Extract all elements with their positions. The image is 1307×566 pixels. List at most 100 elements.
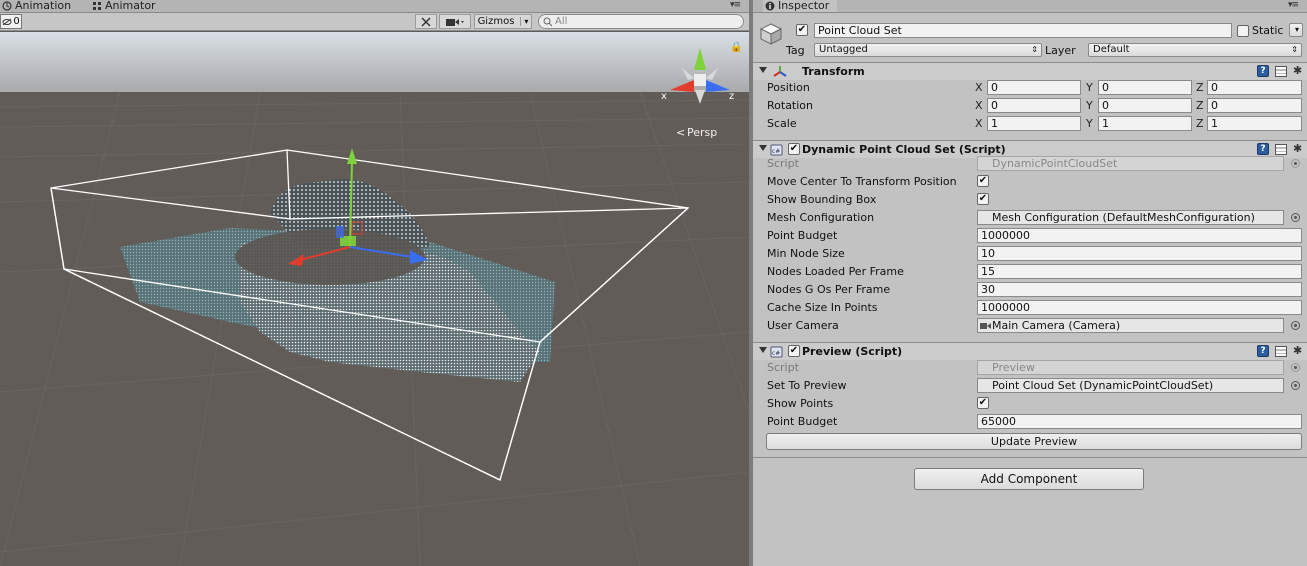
nodes-gos-field[interactable]: 30 [977, 282, 1302, 297]
object-active-checkbox[interactable]: ✔ [796, 24, 808, 36]
cache-size-field[interactable]: 1000000 [977, 300, 1302, 315]
mesh-config-field[interactable]: Mesh Configuration (DefaultMeshConfigura… [977, 210, 1284, 225]
persp-chevron-icon[interactable]: < [676, 126, 685, 139]
projection-label[interactable]: Persp [687, 126, 717, 139]
eye-slash-icon [2, 18, 12, 25]
search-placeholder: All [555, 16, 568, 27]
show-points-checkbox[interactable]: ✔ [977, 397, 989, 409]
rotation-x-field[interactable]: 0 [987, 98, 1081, 113]
set-to-preview-field[interactable]: Point Cloud Set (DynamicPointCloudSet) [977, 378, 1284, 393]
tag-label: Tag [786, 44, 805, 57]
layers-visibility-toggle[interactable]: 0 [0, 14, 22, 29]
transform-foldout-icon[interactable] [759, 67, 767, 73]
scene-search-input[interactable]: All [538, 14, 744, 29]
transform-rotation-label: Rotation [767, 99, 814, 112]
object-name-field[interactable]: Point Cloud Set [814, 23, 1232, 38]
add-component-button[interactable]: Add Component [914, 468, 1144, 490]
tab-animator[interactable]: Animator [92, 0, 156, 12]
tools-icon [421, 16, 431, 27]
preview-script-value: Preview [992, 361, 1035, 374]
mesh-config-value: Mesh Configuration (DefaultMeshConfigura… [992, 211, 1255, 224]
set-to-preview-picker-icon[interactable] [1291, 381, 1300, 390]
layer-label: Layer [1045, 44, 1076, 57]
scene-panel: Animation Animator ▾≡ 0 Gizmos ▾ All x z… [0, 0, 749, 566]
transform-title: Transform [802, 65, 865, 78]
min-node-size-field[interactable]: 10 [977, 246, 1302, 261]
gizmo-yz-plane[interactable] [336, 226, 344, 238]
dynamic-preset-icon[interactable] [1275, 143, 1287, 155]
position-z-field[interactable]: 0 [1207, 80, 1302, 95]
user-camera-field[interactable]: Main Camera (Camera) [977, 318, 1284, 333]
orient-z-label: z [729, 91, 734, 102]
update-preview-button[interactable]: Update Preview [766, 433, 1302, 450]
transform-help-icon[interactable]: ? [1257, 65, 1269, 77]
preview-point-budget-field[interactable]: 65000 [977, 414, 1302, 429]
set-to-preview-value: Point Cloud Set (DynamicPointCloudSet) [992, 379, 1214, 392]
point-cloud-crater [235, 229, 425, 285]
preview-enabled-checkbox[interactable]: ✔ [788, 345, 800, 357]
user-camera-value: Main Camera (Camera) [992, 319, 1121, 332]
dynamic-script-value: DynamicPointCloudSet [992, 157, 1118, 170]
mesh-config-picker-icon[interactable] [1291, 213, 1300, 222]
point-budget-field[interactable]: 1000000 [977, 228, 1302, 243]
scale-x-field[interactable]: 1 [987, 116, 1081, 131]
preview-title: Preview (Script) [802, 345, 903, 358]
preview-header[interactable]: c# ✔ Preview (Script) ? ✱ [753, 342, 1307, 360]
rotation-z-field[interactable]: 0 [1207, 98, 1302, 113]
transform-gear-icon[interactable]: ✱ [1293, 65, 1302, 77]
orient-x-label: x [661, 91, 667, 102]
tag-value: Untagged [819, 44, 868, 55]
preview-help-icon[interactable]: ? [1257, 345, 1269, 357]
user-camera-picker-icon[interactable] [1291, 321, 1300, 330]
scale-y-label: Y [1086, 117, 1093, 130]
show-points-label: Show Points [767, 397, 834, 410]
inspector-tab-menu-icon[interactable]: ▾≡ [1288, 0, 1299, 10]
min-node-size-label: Min Node Size [767, 247, 845, 260]
scene-fx-button[interactable] [415, 14, 437, 29]
orient-center-cube[interactable] [694, 74, 706, 86]
camera-settings-button[interactable] [439, 14, 471, 29]
transform-header[interactable]: Transform ? ✱ [753, 62, 1307, 80]
rotation-y-field[interactable]: 0 [1098, 98, 1192, 113]
preview-preset-icon[interactable] [1275, 345, 1287, 357]
inspector-tab-bar: Inspector ▾≡ [753, 0, 1307, 13]
transform-icon [773, 66, 787, 77]
layers-count: 0 [13, 16, 20, 27]
scene-viewport[interactable]: x z 🔒 < Persp [0, 32, 749, 566]
scale-z-field[interactable]: 1 [1207, 116, 1302, 131]
nodes-loaded-label: Nodes Loaded Per Frame [767, 265, 904, 278]
move-center-checkbox[interactable]: ✔ [977, 175, 989, 187]
set-to-preview-label: Set To Preview [767, 379, 847, 392]
layer-dropdown[interactable]: Default ⇕ [1088, 43, 1302, 57]
mesh-config-label: Mesh Configuration [767, 211, 875, 224]
dynamic-help-icon[interactable]: ? [1257, 143, 1269, 155]
tag-dropdown[interactable]: Untagged ⇕ [814, 43, 1042, 57]
nodes-loaded-field[interactable]: 15 [977, 264, 1302, 279]
svg-text:c#: c# [772, 148, 780, 155]
animator-icon [93, 1, 101, 10]
dynamic-foldout-icon[interactable] [759, 145, 767, 151]
preview-gear-icon[interactable]: ✱ [1293, 345, 1302, 357]
position-y-field[interactable]: 0 [1098, 80, 1192, 95]
dynamic-gear-icon[interactable]: ✱ [1293, 143, 1302, 155]
tab-inspector[interactable]: Inspector [763, 0, 838, 12]
show-bbox-checkbox[interactable]: ✔ [977, 193, 989, 205]
static-dropdown[interactable]: ▾ [1289, 23, 1303, 37]
dynamic-enabled-checkbox[interactable]: ✔ [788, 143, 800, 155]
gizmos-dropdown[interactable]: Gizmos ▾ [474, 14, 532, 29]
cache-size-label: Cache Size In Points [767, 301, 878, 314]
lock-icon[interactable]: 🔒 [730, 41, 742, 53]
preview-script-field: Preview [977, 360, 1284, 375]
position-x-field[interactable]: 0 [987, 80, 1081, 95]
scene-tab-menu-icon[interactable]: ▾≡ [730, 0, 741, 10]
orient-neg-y-cone-icon[interactable] [695, 90, 705, 104]
tab-animation[interactable]: Animation [2, 0, 71, 12]
scene-canvas[interactable]: x z 🔒 < Persp [0, 32, 749, 566]
preview-foldout-icon[interactable] [759, 347, 767, 353]
transform-preset-icon[interactable] [1275, 65, 1287, 77]
preview-script-label: Script [767, 361, 799, 374]
point-budget-label: Point Budget [767, 229, 838, 242]
scale-y-field[interactable]: 1 [1098, 116, 1192, 131]
static-checkbox[interactable] [1237, 25, 1249, 37]
position-y-label: Y [1086, 81, 1093, 94]
